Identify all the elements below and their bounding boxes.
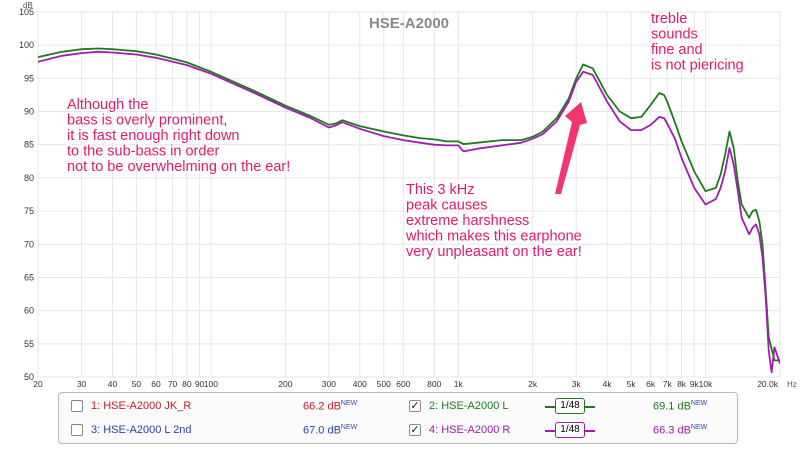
legend-panel: 1: HSE-A2000 JK_R 66.2 dBNEW ✓ 2: HSE-A2… (58, 392, 738, 444)
annotation-line: Although the (67, 97, 148, 113)
y-tick-label: 60 (24, 306, 34, 316)
smoothing-wire (545, 430, 555, 432)
new-badge: NEW (340, 424, 358, 431)
legend-value-3: 67.0 dBNEW (303, 424, 357, 437)
annotation-line: peak causes (406, 198, 487, 214)
x-tick-label: 200 (278, 379, 292, 389)
annotation-line: sounds (651, 27, 698, 43)
smoothing-control-2[interactable]: 1/48 (543, 397, 599, 417)
x-tick-label: 20 (33, 379, 43, 389)
smoothing-wire (585, 406, 595, 408)
new-badge: NEW (690, 400, 708, 407)
legend-label-4: 4: HSE-A2000 R (429, 424, 511, 436)
legend-label-2: 2: HSE-A2000 L (429, 400, 509, 412)
y-tick-label: 100 (19, 40, 34, 50)
annotation-line: treble (651, 11, 687, 27)
legend-checkbox-3[interactable] (71, 424, 83, 436)
annotation-line: not to be overwhelming on the ear! (67, 159, 290, 175)
legend-value-3-text: 67.0 dB (303, 424, 341, 437)
y-tick-label: 70 (24, 239, 34, 249)
annotation-line: bass is overly prominent, (67, 113, 227, 129)
x-tick-label: 30 (77, 379, 87, 389)
legend-checkbox-4[interactable]: ✓ (409, 424, 421, 436)
x-tick-label: 7k (663, 379, 673, 389)
y-tick-label: 80 (24, 173, 34, 183)
y-tick-label: 95 (24, 73, 34, 83)
x-tick-label: 400 (353, 379, 367, 389)
x-tick-label: 70 (168, 379, 178, 389)
legend-value-2: 69.1 dBNEW (653, 400, 707, 413)
legend-value-4-text: 66.3 dB (653, 424, 691, 437)
new-badge: NEW (690, 424, 708, 431)
annotation-line: to the sub-bass in order (67, 144, 220, 160)
y-tick-label: 65 (24, 272, 34, 282)
smoothing-value-4: 1/48 (555, 422, 585, 438)
x-tick-label: 600 (396, 379, 410, 389)
annotation-line: This 3 kHz (406, 182, 475, 198)
smoothing-control-4[interactable]: 1/48 (543, 421, 599, 441)
smoothing-wire (545, 406, 555, 408)
annotation-line: fine and (651, 42, 703, 58)
x-tick-label: 80 (182, 379, 192, 389)
legend-checkbox-1[interactable] (71, 400, 83, 412)
legend-value-4: 66.3 dBNEW (653, 424, 707, 437)
legend-value-1: 66.2 dBNEW (303, 400, 357, 413)
legend-value-2-text: 69.1 dB (653, 400, 691, 413)
new-badge: NEW (340, 400, 358, 407)
legend-row: 3: HSE-A2000 L 2nd 67.0 dBNEW ✓ 4: HSE-A… (59, 420, 737, 444)
smoothing-value-2: 1/48 (555, 398, 585, 414)
x-tick-label: 20.0k (757, 379, 779, 389)
x-tick-label: 4k (603, 379, 613, 389)
legend-value-1-text: 66.2 dB (303, 400, 341, 413)
y-axis-unit-label: dB (23, 1, 33, 10)
x-tick-label: 5k (627, 379, 637, 389)
x-tick-label: 100 (204, 379, 218, 389)
x-tick-label: 1k (454, 379, 464, 389)
frequency-response-chart: 5055606570758085909510010520 30 40 50 60 70 80… (19, 1, 797, 389)
x-tick-label: 2k (528, 379, 538, 389)
annotation-line: extreme harshness (406, 213, 529, 229)
x-tick-label: 3k (572, 379, 582, 389)
y-tick-label: 85 (24, 140, 34, 150)
legend-label-1: 1: HSE-A2000 JK_R (91, 400, 192, 412)
annotation-line: very unpleasant on the ear! (406, 244, 582, 260)
chart-title: HSE-A2000 (369, 15, 449, 32)
annotation-line: is not piericing (651, 58, 744, 74)
annotation-line: which makes this earphone (405, 229, 582, 245)
x-axis-unit-label: Hz (787, 380, 797, 389)
legend-checkbox-2[interactable]: ✓ (409, 400, 421, 412)
annotation-line: it is fast enough right down (67, 128, 240, 144)
x-tick-label: 800 (427, 379, 441, 389)
y-tick-label: 90 (24, 107, 34, 117)
legend-label-3: 3: HSE-A2000 L 2nd (91, 424, 192, 436)
x-tick-label: 10k (699, 379, 713, 389)
smoothing-wire (585, 430, 595, 432)
x-tick-label: 6k (646, 379, 656, 389)
x-tick-label: 300 (322, 379, 336, 389)
x-tick-label: 500 (377, 379, 391, 389)
y-tick-label: 75 (24, 206, 34, 216)
x-tick-label: 8k (677, 379, 687, 389)
x-tick-label: 60 (151, 379, 161, 389)
legend-row: 1: HSE-A2000 JK_R 66.2 dBNEW ✓ 2: HSE-A2… (59, 396, 737, 420)
y-tick-label: 55 (24, 339, 34, 349)
x-tick-label: 50 (132, 379, 142, 389)
x-tick-label: 40 (108, 379, 118, 389)
